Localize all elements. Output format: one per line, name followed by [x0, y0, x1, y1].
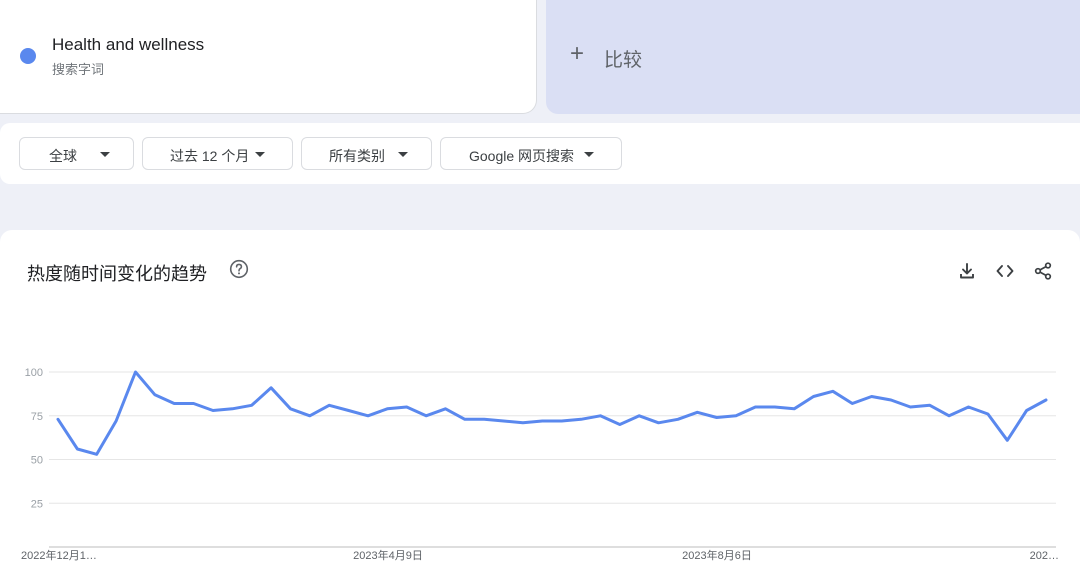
interest-over-time-card: 热度随时间变化的趋势 25 50 75 100 2022年12月1… 2023年4月9日 2… [0, 230, 1080, 568]
search-type-filter-dropdown[interactable]: Google 网页搜索 [440, 137, 622, 170]
category-filter-label: 所有类别 [329, 148, 385, 164]
time-range-filter-label: 过去 12 个月 [170, 148, 250, 164]
search-term-name: Health and wellness [52, 35, 205, 54]
y-tick-label: 50 [31, 455, 43, 467]
category-filter-dropdown[interactable]: 所有类别 [301, 137, 432, 170]
compare-button[interactable]: + 比较 [546, 0, 1080, 114]
filter-bar: 全球 过去 12 个月 所有类别 Google 网页搜索 [0, 123, 1080, 184]
search-type-filter-label: Google 网页搜索 [469, 148, 575, 164]
trend-line-chart: 25 50 75 100 2022年12月1… 2023年4月9日 2023年8月6日 202… [21, 367, 1059, 562]
chevron-down-icon [100, 152, 110, 157]
chevron-down-icon [398, 152, 408, 157]
region-filter-dropdown[interactable]: 全球 [19, 137, 134, 170]
x-tick-label: 2023年8月6日 [682, 548, 752, 562]
y-tick-label: 25 [31, 498, 43, 510]
time-range-filter-dropdown[interactable]: 过去 12 个月 [142, 137, 293, 170]
search-term-card[interactable]: Health and wellness 搜索字词 [0, 0, 537, 114]
x-tick-label: 202… [1030, 550, 1059, 562]
x-tick-label: 2023年4月9日 [353, 548, 423, 562]
search-term-type: 搜索字词 [52, 62, 105, 77]
x-tick-label: 2022年12月1… [21, 548, 97, 562]
trend-series-line [56, 370, 1048, 456]
region-filter-label: 全球 [49, 148, 77, 164]
chevron-down-icon [255, 152, 265, 157]
compare-label: 比较 [604, 50, 643, 71]
chevron-down-icon [584, 152, 594, 157]
y-tick-label: 100 [25, 367, 43, 379]
y-tick-label: 75 [31, 411, 43, 423]
term-color-dot [20, 48, 36, 64]
plus-icon: + [570, 40, 585, 67]
